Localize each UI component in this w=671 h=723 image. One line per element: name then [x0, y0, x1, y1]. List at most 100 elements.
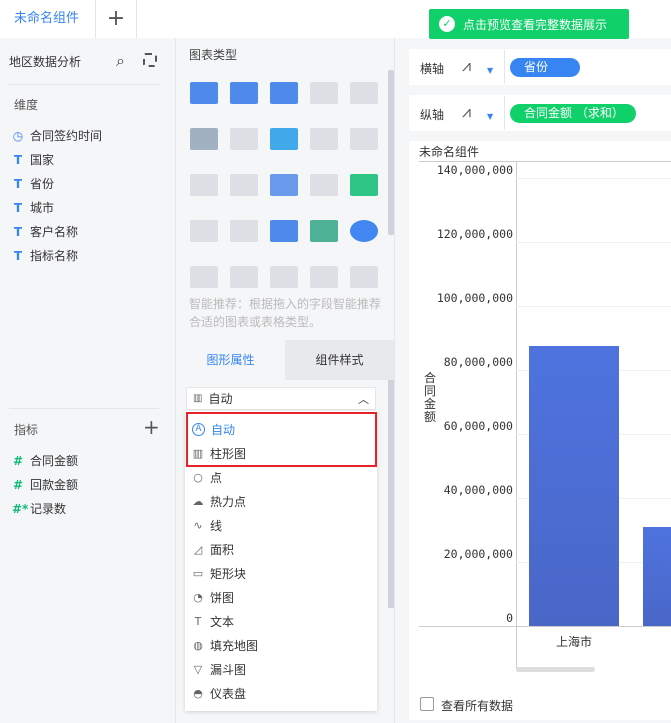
- x-field-pill[interactable]: 省份: [510, 58, 580, 77]
- smart-hint: 智能推荐：根据拖入的字段智能推荐合适的图表或表格类型。: [189, 297, 382, 329]
- y-axis-label: 纵轴: [420, 108, 445, 122]
- show-all-label: 查看所有数据: [441, 699, 514, 713]
- option-label: 面积: [210, 542, 235, 557]
- axis-chart-icon[interactable]: ⩘: [462, 102, 471, 122]
- chart-type-option-icon: ○: [193, 470, 203, 484]
- divider: [9, 408, 159, 409]
- x-axis-line: [419, 626, 671, 627]
- clock-icon: ◷: [12, 129, 24, 143]
- bar[interactable]: [643, 526, 671, 626]
- show-all-checkbox[interactable]: [420, 697, 434, 711]
- record-count-icon: #*: [12, 502, 29, 516]
- chart-type-title: 图表类型: [189, 48, 238, 62]
- detail-table-icon[interactable]: [270, 82, 298, 104]
- tab-component-style[interactable]: 组件样式: [285, 340, 394, 380]
- switch-dataset-icon[interactable]: [143, 53, 157, 67]
- measure-item[interactable]: #* 记录数: [12, 499, 66, 519]
- search-icon[interactable]: ⌕: [116, 51, 125, 71]
- dimension-item[interactable]: ◷ 合同签约时间: [12, 126, 102, 146]
- scrollbar[interactable]: [388, 70, 394, 235]
- waterfall-icon[interactable]: [190, 174, 218, 196]
- dimension-item[interactable]: T 省份: [12, 174, 54, 194]
- tab-graph-attributes[interactable]: 图形属性: [176, 340, 285, 380]
- chart-type-option[interactable]: ▽ 漏斗图: [186, 657, 376, 681]
- combo-bar-icon[interactable]: [230, 220, 258, 242]
- chart-type-option[interactable]: ∿ 线: [186, 513, 376, 537]
- dimension-item[interactable]: T 城市: [12, 198, 54, 218]
- grouped-bar-icon[interactable]: [270, 128, 298, 150]
- chart-type-option-icon: ◿: [193, 542, 203, 556]
- step-icon[interactable]: [230, 174, 258, 196]
- gridline: [516, 242, 671, 243]
- multi-line-icon[interactable]: [270, 174, 298, 196]
- table-icon[interactable]: [190, 82, 218, 104]
- chart-type-option[interactable]: ◿ 面积: [186, 537, 376, 561]
- tab-component[interactable]: 未命名组件: [0, 0, 96, 38]
- dataset-name: 地区数据分析: [9, 55, 82, 69]
- bar-chart-icon: ▥: [193, 393, 203, 404]
- option-label: 漏斗图: [210, 662, 247, 677]
- bubble-icon[interactable]: [310, 220, 338, 242]
- measure-item[interactable]: # 合同金额: [12, 451, 78, 471]
- chevron-up-icon: ︿: [358, 392, 369, 406]
- dimension-item[interactable]: T 指标名称: [12, 246, 78, 266]
- dimension-title: 维度: [14, 98, 39, 112]
- heatmap-icon[interactable]: [230, 128, 258, 150]
- chart-type-option-icon: ▭: [192, 566, 204, 580]
- caret-down-icon[interactable]: ▼: [487, 66, 493, 75]
- point-map-icon[interactable]: [270, 266, 298, 288]
- chart-type-option[interactable]: T 文本: [186, 609, 376, 633]
- line-icon[interactable]: [310, 174, 338, 196]
- chart-type-option[interactable]: ○ 点: [186, 465, 376, 489]
- indicator-card-icon[interactable]: [190, 128, 218, 150]
- field-label: 记录数: [30, 502, 67, 516]
- field-label: 回款金额: [30, 478, 79, 492]
- chart-type-option-icon: ∿: [193, 518, 203, 532]
- stacked-bar-icon[interactable]: [310, 128, 338, 150]
- field-label: 客户名称: [30, 225, 79, 239]
- scatter-icon[interactable]: [270, 220, 298, 242]
- area-icon[interactable]: [190, 220, 218, 242]
- chart-type-option[interactable]: A 自动: [186, 417, 376, 441]
- chart-type-select[interactable]: ▥ 自动 ︿: [186, 387, 376, 410]
- rose-pie-icon[interactable]: [190, 266, 218, 288]
- bar-chart-icon[interactable]: [350, 128, 378, 150]
- select-value: 自动: [208, 392, 233, 406]
- scrollbar[interactable]: [388, 380, 394, 608]
- measure-item[interactable]: # 回款金额: [12, 475, 78, 495]
- divider: [504, 50, 505, 84]
- caret-down-icon[interactable]: ▼: [487, 112, 493, 121]
- chart-type-option[interactable]: ▭ 矩形块: [186, 561, 376, 585]
- dimension-item[interactable]: T 客户名称: [12, 222, 78, 242]
- colored-table-icon[interactable]: [350, 82, 378, 104]
- map-icon[interactable]: [230, 266, 258, 288]
- kpi-number-icon[interactable]: [310, 82, 338, 104]
- check-icon: ✓: [439, 16, 455, 32]
- axis-chart-icon[interactable]: ⩘: [462, 56, 471, 76]
- y-field-pill[interactable]: 合同金额 （求和）: [510, 104, 636, 123]
- bar[interactable]: [529, 346, 619, 626]
- heat-map-icon[interactable]: [350, 266, 378, 288]
- add-tab-button[interactable]: +: [96, 0, 137, 38]
- chart-type-option[interactable]: ◔ 饼图: [186, 585, 376, 609]
- field-label: 城市: [30, 201, 55, 215]
- chart-type-option[interactable]: ☁ 热力点: [186, 489, 376, 513]
- horizontal-scrollbar[interactable]: [516, 667, 595, 672]
- toast-text: 点击预览查看完整数据展示: [463, 17, 608, 32]
- chart-type-option[interactable]: ◍ 填充地图: [186, 633, 376, 657]
- chart-type-option[interactable]: ▥ 柱形图: [186, 441, 376, 465]
- dimension-item[interactable]: T 国家: [12, 150, 54, 170]
- cross-table-icon[interactable]: [230, 82, 258, 104]
- pie-icon[interactable]: [350, 220, 378, 242]
- chart-type-option-icon: ◔: [193, 590, 203, 604]
- divider: [419, 161, 671, 162]
- option-label: 线: [210, 518, 223, 533]
- y-tick-label: 80,000,000: [443, 355, 513, 369]
- chart-type-option[interactable]: ◓ 仪表盘: [186, 681, 376, 705]
- option-label: 柱形图: [210, 446, 247, 461]
- y-tick-label: 0: [506, 611, 513, 625]
- chart-type-option-icon: ☁: [192, 494, 204, 508]
- flow-map-icon[interactable]: [310, 266, 338, 288]
- add-measure-button[interactable]: +: [143, 415, 160, 439]
- radar-icon[interactable]: [350, 174, 378, 196]
